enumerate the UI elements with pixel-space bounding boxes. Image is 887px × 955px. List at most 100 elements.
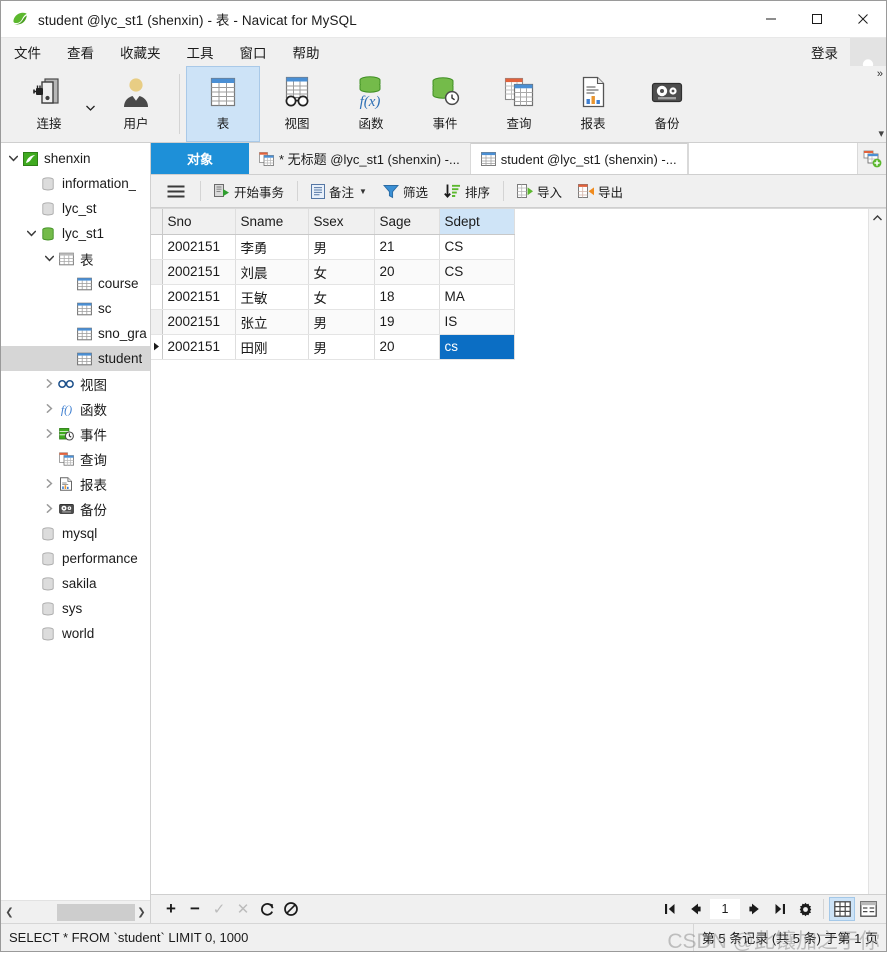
cell-sage[interactable]: 20 (374, 259, 440, 285)
column-header-sage[interactable]: Sage (374, 209, 440, 235)
tree-item-mysql[interactable]: mysql (1, 521, 150, 546)
chevron-right-icon[interactable] (41, 404, 57, 413)
column-header-sdept[interactable]: Sdept (439, 209, 515, 235)
tree-item-reports[interactable]: 报表 (1, 471, 150, 496)
ribbon-query[interactable]: 查询 (482, 66, 556, 142)
previous-page-icon[interactable] (682, 897, 707, 921)
minimize-button[interactable] (748, 1, 794, 37)
cell-sdept[interactable]: IS (439, 309, 515, 335)
menu-view[interactable]: 查看 (54, 39, 107, 65)
ribbon-backup[interactable]: 备份 (630, 66, 704, 142)
cell-sname[interactable]: 刘晨 (235, 259, 309, 285)
refresh-button[interactable] (255, 897, 279, 921)
grid-vertical-scrollbar[interactable] (868, 209, 886, 894)
cell-ssex[interactable]: 男 (308, 334, 375, 360)
table-row[interactable]: 2002151 张立男 19 IS (151, 309, 515, 335)
cell-sno[interactable]: 2002151 (162, 334, 236, 360)
tree-item-queries[interactable]: 查询 (1, 446, 150, 471)
cell-sno[interactable]: 2002151 (162, 309, 236, 335)
sidebar-horizontal-scrollbar[interactable]: ❮ ❯ (1, 900, 150, 923)
new-tab-icon[interactable] (858, 143, 886, 174)
cell-sdept[interactable]: cs (439, 334, 515, 360)
close-button[interactable] (840, 1, 886, 37)
tab-untitled-query[interactable]: * 无标题 @lyc_st1 (shenxin) -... (249, 143, 471, 174)
tree-item-world[interactable]: world (1, 621, 150, 646)
table-row[interactable]: 2002151 田刚男 20 cs (151, 334, 515, 360)
tree-item-information-schema[interactable]: information_ (1, 171, 150, 196)
chevron-down-icon[interactable] (41, 255, 57, 262)
scroll-thumb[interactable] (57, 903, 135, 921)
apply-change-button[interactable]: ✓ (207, 897, 231, 921)
first-page-icon[interactable] (657, 897, 682, 921)
cell-sname[interactable]: 李勇 (235, 234, 309, 260)
begin-transaction-button[interactable]: 开始事务 (206, 178, 292, 205)
cell-sdept[interactable]: CS (439, 234, 515, 260)
cell-sage[interactable]: 18 (374, 284, 440, 310)
table-row[interactable]: 2002151 王敏女 18 MA (151, 284, 515, 310)
next-page-icon[interactable] (743, 897, 768, 921)
tree-item-course[interactable]: course (1, 271, 150, 296)
add-record-button[interactable]: + (159, 897, 183, 921)
chevron-right-icon[interactable] (41, 479, 57, 488)
menu-tools[interactable]: 工具 (174, 39, 227, 65)
tree-item-sakila[interactable]: sakila (1, 571, 150, 596)
column-header-sname[interactable]: Sname (235, 209, 309, 235)
tree-item-sys[interactable]: sys (1, 596, 150, 621)
filter-button[interactable]: 筛选 (375, 178, 436, 205)
row-marker-cell[interactable] (151, 309, 163, 335)
discard-change-button[interactable]: ✕ (231, 897, 255, 921)
chevron-right-icon[interactable] (41, 504, 57, 513)
cell-ssex[interactable]: 男 (308, 309, 375, 335)
ribbon-view[interactable]: 视图 (260, 66, 334, 142)
chevron-right-icon[interactable] (41, 379, 57, 388)
maximize-button[interactable] (794, 1, 840, 37)
cell-sdept[interactable]: MA (439, 284, 515, 310)
chevron-right-icon[interactable]: ❯ (133, 902, 150, 923)
cell-ssex[interactable]: 男 (308, 234, 375, 260)
scroll-track[interactable] (18, 901, 135, 923)
note-button[interactable]: 备注 ▼ (303, 178, 375, 205)
tab-student-table[interactable]: student @lyc_st1 (shenxin) -... (470, 143, 688, 174)
row-marker-cell[interactable] (151, 284, 163, 310)
table-row[interactable]: 2002151 李勇男 21 CS (151, 234, 515, 260)
double-chevron-right-icon[interactable]: » (877, 68, 883, 80)
chevron-right-icon[interactable] (41, 429, 57, 438)
ribbon-user[interactable]: 用户 (99, 66, 173, 142)
cell-sno[interactable]: 2002151 (162, 234, 236, 260)
stop-button[interactable] (279, 897, 303, 921)
data-grid-body[interactable]: 2002151 李勇男 21 CS 2002151 刘晨女 20 CS 2002151 王敏女 18… (151, 234, 515, 360)
tab-objects[interactable]: 对象 (151, 143, 249, 174)
tree-item-performance-schema[interactable]: performance (1, 546, 150, 571)
cell-sno[interactable]: 2002151 (162, 259, 236, 285)
tree-item-events[interactable]: 事件 (1, 421, 150, 446)
page-number-input[interactable] (710, 899, 740, 919)
column-header-ssex[interactable]: Ssex (308, 209, 375, 235)
cell-sname[interactable]: 王敏 (235, 284, 309, 310)
table-row[interactable]: 2002151 刘晨女 20 CS (151, 259, 515, 285)
tree-item-lyc-st[interactable]: lyc_st (1, 196, 150, 221)
ribbon-event[interactable]: 事件 (408, 66, 482, 142)
menu-help[interactable]: 帮助 (280, 39, 333, 65)
row-marker-cell[interactable] (151, 234, 163, 260)
chevron-left-icon[interactable]: ❮ (1, 902, 18, 923)
data-grid-scroll[interactable]: Sno Sname Ssex Sage Sdept 2002151 李勇男 21 CS 2002… (151, 209, 868, 894)
cell-sage[interactable]: 21 (374, 234, 440, 260)
chevron-down-icon[interactable]: ▼ (359, 187, 367, 196)
last-page-icon[interactable] (768, 897, 793, 921)
column-header-sno[interactable]: Sno (162, 209, 236, 235)
chevron-up-icon[interactable] (869, 209, 886, 226)
tree-item-sc[interactable]: sc (1, 296, 150, 321)
cell-sname[interactable]: 田刚 (235, 334, 309, 360)
connection-dropdown-caret[interactable] (86, 74, 99, 142)
row-marker-cell[interactable] (151, 259, 163, 285)
scroll-track[interactable] (869, 226, 886, 894)
data-grid[interactable]: Sno Sname Ssex Sage Sdept 2002151 李勇男 21 CS 2002… (151, 209, 515, 360)
tree-item-lyc-st1[interactable]: lyc_st1 (1, 221, 150, 246)
tree-item-student[interactable]: student (1, 346, 150, 371)
ribbon-function[interactable]: f(x) 函数 (334, 66, 408, 142)
current-row-arrow-icon[interactable] (151, 334, 163, 360)
tree-item-views[interactable]: 视图 (1, 371, 150, 396)
grid-view-icon[interactable] (829, 897, 855, 921)
login-link[interactable]: 登录 (811, 42, 838, 62)
import-button[interactable]: 导入 (509, 178, 570, 205)
